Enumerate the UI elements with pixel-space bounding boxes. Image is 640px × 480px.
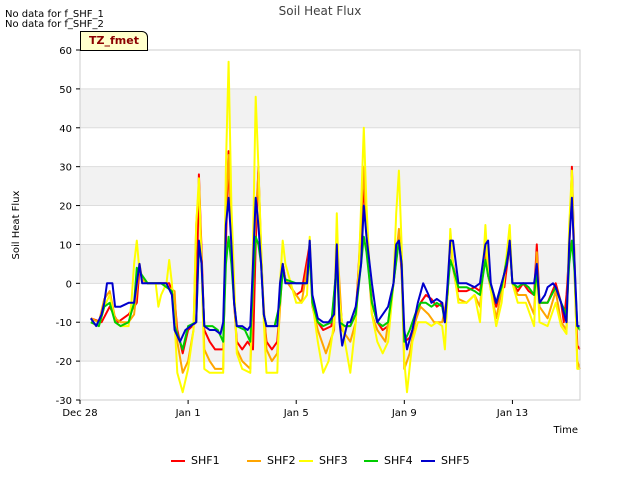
x-tick-label: Dec 28 (62, 408, 97, 419)
y-tick-label: 20 (59, 202, 72, 213)
legend-swatch (421, 460, 435, 462)
legend-label: SHF3 (319, 454, 348, 467)
y-tick-label: 50 (59, 85, 72, 96)
legend-label: SHF2 (267, 454, 296, 467)
y-tick-label: -20 (56, 357, 72, 368)
y-tick-label: -30 (56, 396, 72, 407)
y-tick-label: 30 (59, 163, 72, 174)
legend-item-shf5: SHF5 (421, 452, 481, 470)
shaded-band (80, 166, 580, 206)
x-tick-label: Jan 9 (391, 408, 417, 419)
legend-item-shf4: SHF4 (364, 452, 424, 470)
y-tick-label: -10 (56, 318, 72, 329)
chart-figure: No data for f_SHF_1 No data for f_SHF_2 … (0, 0, 640, 480)
x-tick-label: Jan 13 (496, 408, 528, 419)
x-axis: Dec 28 Jan 1 Jan 5 Jan 9 Jan 13 (62, 400, 528, 419)
chart-title: Soil Heat Flux (279, 4, 362, 18)
legend-label: SHF5 (441, 454, 470, 467)
legend-label: SHF1 (191, 454, 220, 467)
site-tag: TZ_fmet (80, 31, 148, 51)
legend-label: SHF4 (384, 454, 413, 467)
legend-swatch (364, 460, 378, 462)
legend-swatch (247, 460, 261, 462)
y-tick-label: 10 (59, 240, 72, 251)
shaded-band (80, 88, 580, 128)
chart-canvas: Soil Heat Flux -30 -20 -10 0 10 20 30 40 50 60 De… (11, 4, 581, 436)
x-tick-label: Jan 5 (283, 408, 309, 419)
legend: SHF1 SHF2 SHF3 SHF4 SHF5 (0, 452, 640, 470)
x-tick-label: Jan 1 (175, 408, 201, 419)
legend-swatch (299, 460, 313, 462)
legend-item-shf3: SHF3 (299, 452, 359, 470)
legend-swatch (171, 460, 185, 462)
y-axis-label: Soil Heat Flux (11, 190, 22, 259)
x-axis-label: Time (553, 425, 578, 436)
legend-item-shf1: SHF1 (171, 452, 231, 470)
y-tick-label: 0 (66, 279, 72, 290)
legend-item-shf2: SHF2 (247, 452, 307, 470)
y-tick-label: 60 (59, 46, 72, 57)
y-tick-label: 40 (59, 124, 72, 135)
y-axis: -30 -20 -10 0 10 20 30 40 50 60 (56, 46, 80, 407)
